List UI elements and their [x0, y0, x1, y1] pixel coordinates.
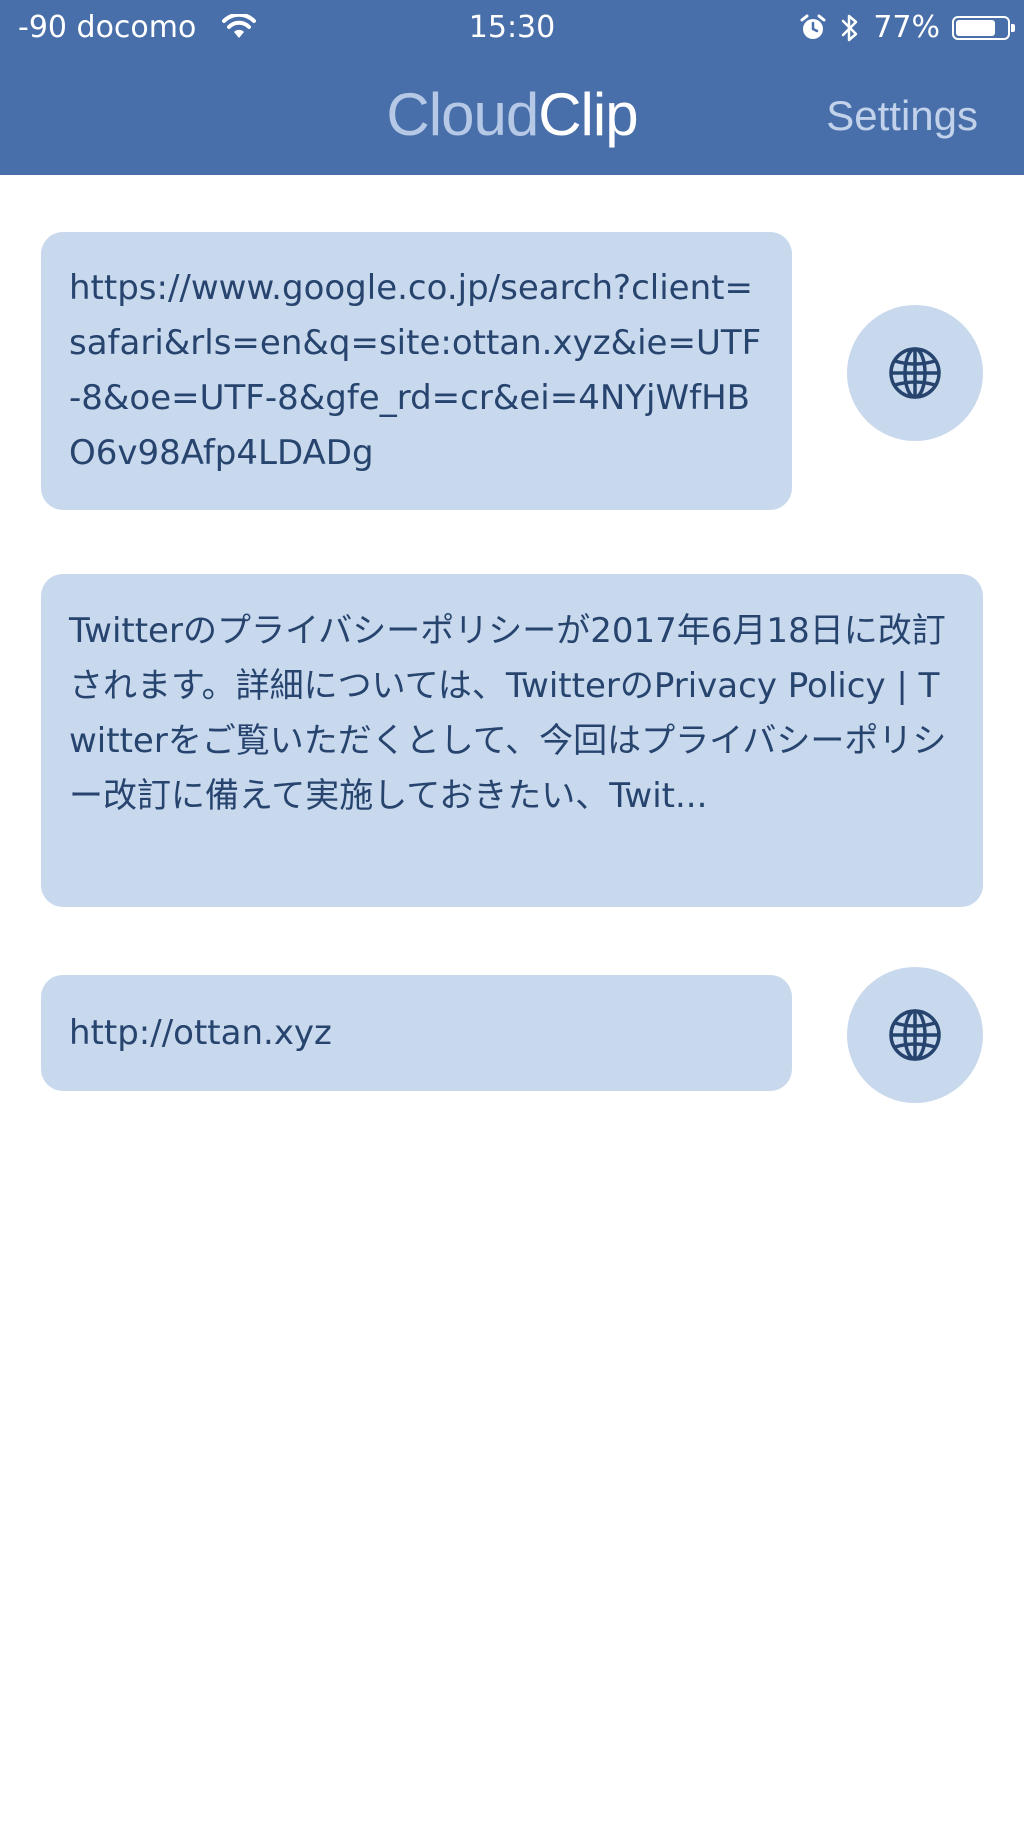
- open-in-browser-button[interactable]: [847, 305, 983, 441]
- clip-text: Twitterのプライバシーポリシーが2017年6月18日に改訂されます。詳細に…: [69, 611, 947, 816]
- clip-text: http://ottan.xyz: [69, 1013, 332, 1053]
- clip-item[interactable]: http://ottan.xyz: [41, 975, 792, 1091]
- battery-fill: [956, 20, 995, 36]
- clip-text: https://www.google.co.jp/search?client=s…: [69, 268, 762, 473]
- alarm-icon: [800, 14, 826, 39]
- app-title-part1: Cloud: [386, 81, 539, 148]
- globe-icon: [889, 347, 941, 399]
- bluetooth-icon: [842, 14, 858, 42]
- clip-item[interactable]: Twitterのプライバシーポリシーが2017年6月18日に改訂されます。詳細に…: [41, 574, 983, 907]
- status-right-group: 77%: [799, 10, 1015, 46]
- app-title-part2: Clip: [538, 81, 638, 148]
- clip-item[interactable]: https://www.google.co.jp/search?client=s…: [41, 232, 792, 510]
- battery-percent: 77%: [873, 10, 940, 45]
- battery-icon: [952, 16, 1015, 40]
- globe-icon: [889, 1009, 941, 1061]
- settings-button[interactable]: Settings: [826, 86, 978, 146]
- open-in-browser-button[interactable]: [847, 967, 983, 1103]
- navigation-header: -90 docomo 15:30 77% CloudClip Settings: [0, 0, 1024, 175]
